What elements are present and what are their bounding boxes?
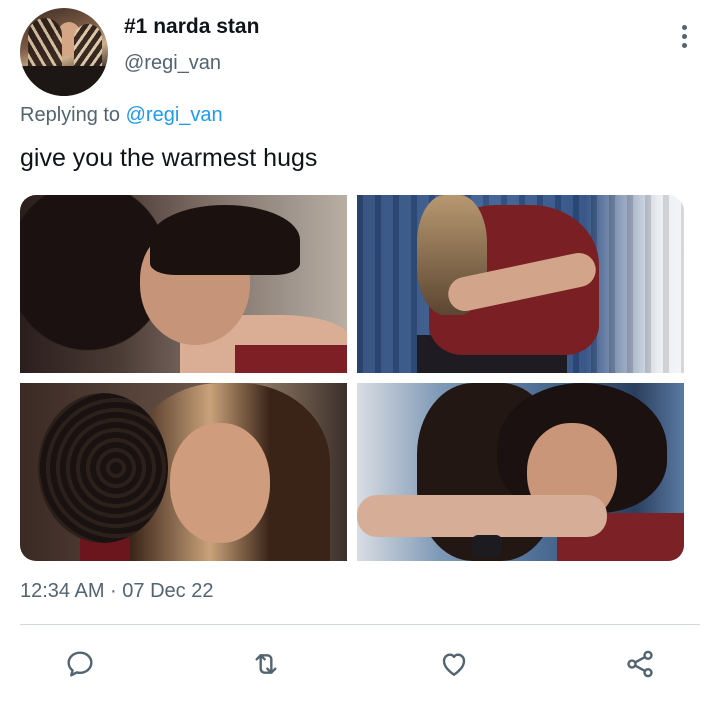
speech-bubble-icon xyxy=(67,651,93,677)
replying-prefix: Replying to xyxy=(20,104,121,126)
share-nodes-icon xyxy=(627,650,653,678)
user-handle[interactable]: @regi_van xyxy=(124,52,221,75)
share-button[interactable] xyxy=(622,646,658,682)
tweet-text: give you the warmest hugs xyxy=(20,144,318,172)
tweet-timestamp[interactable]: 12:34 AM · 07 Dec 22 xyxy=(20,580,213,603)
avatar[interactable] xyxy=(20,8,108,96)
media-photo-2[interactable] xyxy=(357,195,684,373)
media-photo-1[interactable] xyxy=(20,195,347,373)
divider xyxy=(20,624,700,625)
retweet-button[interactable] xyxy=(248,646,284,682)
reply-button[interactable] xyxy=(62,646,98,682)
media-photo-4[interactable] xyxy=(357,383,684,561)
avatar-shirt xyxy=(20,66,108,96)
media-grid xyxy=(20,195,684,561)
heart-icon xyxy=(442,653,466,676)
display-name[interactable]: #1 narda stan xyxy=(124,15,259,39)
more-options-icon[interactable] xyxy=(679,25,689,51)
media-photo-3[interactable] xyxy=(20,383,347,561)
replying-to-mention[interactable]: @regi_van xyxy=(126,104,223,126)
replying-to-line: Replying to @regi_van xyxy=(20,104,223,127)
like-button[interactable] xyxy=(436,646,472,682)
retweet-arrows-icon xyxy=(255,654,277,674)
